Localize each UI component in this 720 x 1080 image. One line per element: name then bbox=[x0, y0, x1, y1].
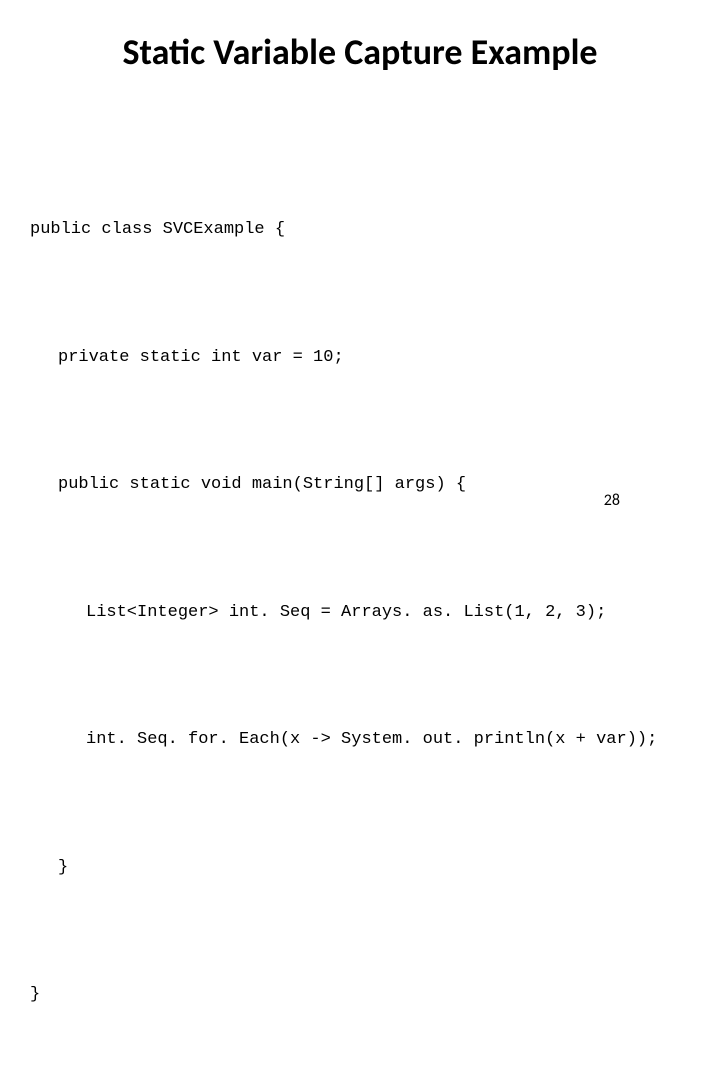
page-number: 28 bbox=[604, 491, 620, 510]
code-block: public class SVCExample { private static… bbox=[30, 124, 690, 1080]
code-line-7: } bbox=[30, 974, 690, 1017]
slide-container: Static Variable Capture Example public c… bbox=[0, 0, 720, 540]
code-line-2: private static int var = 10; bbox=[30, 337, 690, 380]
code-line-1: public class SVCExample { bbox=[30, 209, 690, 252]
code-line-5: int. Seq. for. Each(x -> System. out. pr… bbox=[30, 719, 690, 762]
code-line-3: public static void main(String[] args) { bbox=[30, 464, 690, 507]
slide-title: Static Variable Capture Example bbox=[30, 30, 690, 74]
code-line-4: List<Integer> int. Seq = Arrays. as. Lis… bbox=[30, 592, 690, 635]
code-line-6: } bbox=[30, 847, 690, 890]
